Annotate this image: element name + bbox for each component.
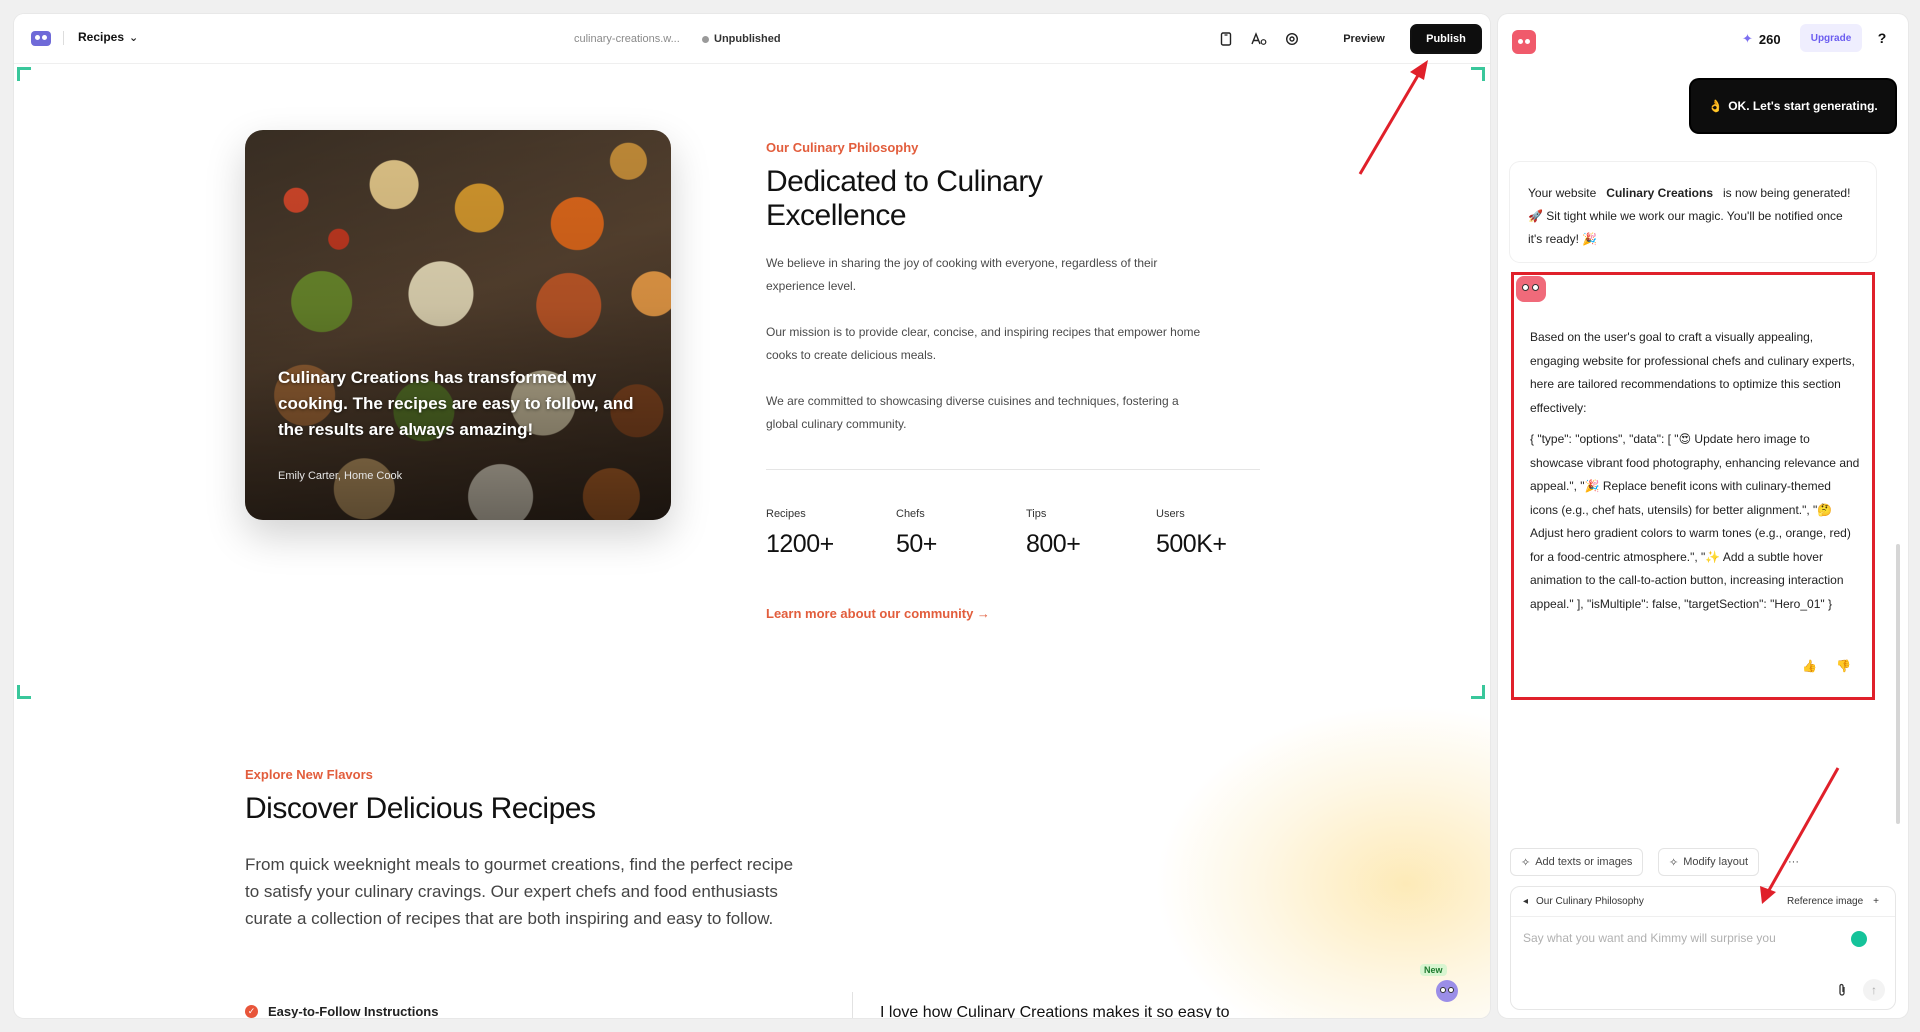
thumbs-down-icon[interactable]: 👎	[1836, 659, 1851, 673]
page-selector[interactable]: Recipes ⌄	[78, 30, 138, 44]
check-icon: ✓	[245, 1005, 258, 1018]
paragraph: Our mission is to provide clear, concise…	[766, 325, 1201, 362]
stat-item: Chefs 50+	[896, 508, 1006, 559]
credit-count: 260	[1758, 31, 1781, 47]
bot-recommendation-intro: Based on the user's goal to craft a visu…	[1530, 330, 1855, 415]
attach-icon[interactable]	[1837, 983, 1847, 1000]
learn-more-link[interactable]: Learn more about our community →	[766, 606, 990, 621]
bot-recommendation: Based on the user's goal to craft a visu…	[1530, 326, 1860, 616]
page-selector-label: Recipes	[78, 30, 125, 44]
quote-author: Emily Carter, Home Cook	[278, 470, 403, 482]
divider	[766, 469, 1260, 470]
ok-hand-icon: 👌	[1708, 99, 1724, 113]
stat-item: Users 500K+	[1156, 508, 1266, 559]
stat-value: 800+	[1026, 530, 1081, 558]
status-dot-icon	[702, 35, 709, 43]
kimmy-avatar-icon	[1512, 30, 1536, 54]
grammarly-icon[interactable]	[1851, 931, 1867, 947]
reference-image-button[interactable]: Reference image +	[1787, 896, 1879, 907]
font-icon[interactable]	[1249, 29, 1269, 49]
context-row: ◂ Our Culinary Philosophy Reference imag…	[1511, 887, 1895, 917]
stat-label: Tips	[1026, 508, 1047, 520]
stat-value: 50+	[896, 530, 937, 558]
status-label: Unpublished	[714, 33, 781, 45]
add-texts-images-chip[interactable]: ✧ Add texts or images	[1510, 848, 1644, 876]
user-message: 👌 OK. Let's start generating.	[1691, 80, 1895, 132]
bot-recommendation-json: { "type": "options", "data": [ "😍 Update…	[1530, 432, 1860, 611]
feature-item: ✓ Easy-to-Follow Instructions	[245, 1004, 438, 1018]
paragraph: We are committed to showcasing diverse c…	[766, 394, 1179, 431]
bot-message: Your website Culinary Creations is now b…	[1510, 162, 1876, 262]
stat-item: Tips 800+	[1026, 508, 1136, 559]
preview-button[interactable]: Preview	[1326, 25, 1402, 53]
section-eyebrow: Explore New Flavors	[245, 767, 373, 782]
chevron-down-icon: ⌄	[129, 31, 139, 44]
sparkle-icon: ✦	[1742, 31, 1753, 46]
selection-corner	[17, 67, 31, 81]
stat-value: 500K+	[1156, 530, 1227, 558]
chat-input[interactable]	[1523, 927, 1841, 949]
thumbs-up-icon[interactable]: 👍	[1802, 659, 1817, 673]
section-eyebrow: Our Culinary Philosophy	[766, 140, 919, 155]
selection-corner	[1471, 685, 1485, 699]
heading-line: Dedicated to Culinary	[766, 165, 1043, 198]
stat-item: Recipes 1200+	[766, 508, 876, 559]
upgrade-button[interactable]: Upgrade	[1800, 24, 1862, 52]
credit-balance: ✦ 260	[1742, 31, 1781, 47]
hero-quote: Culinary Creations has transformed my co…	[278, 368, 634, 439]
heading-line: Excellence	[766, 199, 907, 232]
more-options-button[interactable]: ···	[1778, 848, 1809, 876]
stat-value: 1200+	[766, 530, 834, 558]
sparkle-icon: ✧	[1521, 856, 1531, 869]
hero-image[interactable]: Culinary Creations has transformed my co…	[245, 130, 671, 520]
context-section-label: Our Culinary Philosophy	[1536, 896, 1644, 907]
chip-label: Add texts or images	[1535, 856, 1633, 868]
selection-corner	[1471, 67, 1485, 81]
publish-button[interactable]: Publish	[1410, 24, 1482, 54]
section-heading: Discover Delicious Recipes	[245, 792, 596, 825]
bot-message-text: Your website	[1528, 186, 1597, 200]
site-editor: Recipes ⌄ culinary-creations.w... Unpubl…	[14, 14, 1490, 1018]
selection-corner	[17, 685, 31, 699]
kimmy-mascot-icon	[1516, 276, 1546, 302]
site-name: Culinary Creations	[1606, 186, 1713, 200]
paragraph: We believe in sharing the joy of cooking…	[766, 256, 1158, 293]
chat-scrollbar[interactable]	[1896, 544, 1900, 824]
new-badge: New	[1420, 964, 1447, 976]
logo-icon[interactable]	[31, 31, 51, 46]
divider	[852, 992, 853, 1018]
stat-label: Recipes	[766, 508, 806, 520]
publish-status: Unpublished	[702, 33, 781, 45]
more-icon: ···	[1788, 856, 1799, 868]
topbar-divider	[63, 31, 64, 45]
feature-label: Easy-to-Follow Instructions	[268, 1004, 439, 1018]
editor-topbar: Recipes ⌄ culinary-creations.w... Unpubl…	[14, 14, 1490, 64]
stat-label: Users	[1156, 508, 1185, 520]
chip-label: Modify layout	[1683, 856, 1749, 868]
testimonial-snippet: I love how Culinary Creations makes it s…	[880, 1004, 1230, 1018]
ai-chat-panel: ✦ 260 Upgrade ? 👌 OK. Let's start genera…	[1498, 14, 1908, 1018]
chat-composer: ◂ Our Culinary Philosophy Reference imag…	[1510, 886, 1896, 1010]
context-section[interactable]: ◂ Our Culinary Philosophy	[1523, 896, 1644, 907]
sparkle-icon: ✧	[1669, 856, 1679, 869]
site-domain[interactable]: culinary-creations.w...	[574, 33, 680, 45]
modify-layout-chip[interactable]: ✧ Modify layout	[1658, 848, 1760, 876]
caret-left-icon: ◂	[1523, 896, 1529, 907]
user-message-text: OK. Let's start generating.	[1728, 99, 1878, 113]
send-icon[interactable]: ↑	[1863, 979, 1885, 1001]
reference-image-label: Reference image	[1787, 896, 1864, 907]
section-body: From quick weeknight meals to gourmet cr…	[245, 855, 794, 928]
assistant-mascot-icon[interactable]	[1436, 980, 1458, 1002]
settings-icon[interactable]	[1282, 29, 1302, 49]
plus-icon: +	[1873, 896, 1879, 907]
help-button[interactable]: ?	[1872, 28, 1892, 48]
device-icon[interactable]	[1216, 29, 1236, 49]
section-heading: Dedicated to Culinary Excellence	[766, 165, 1043, 233]
stat-label: Chefs	[896, 508, 925, 520]
